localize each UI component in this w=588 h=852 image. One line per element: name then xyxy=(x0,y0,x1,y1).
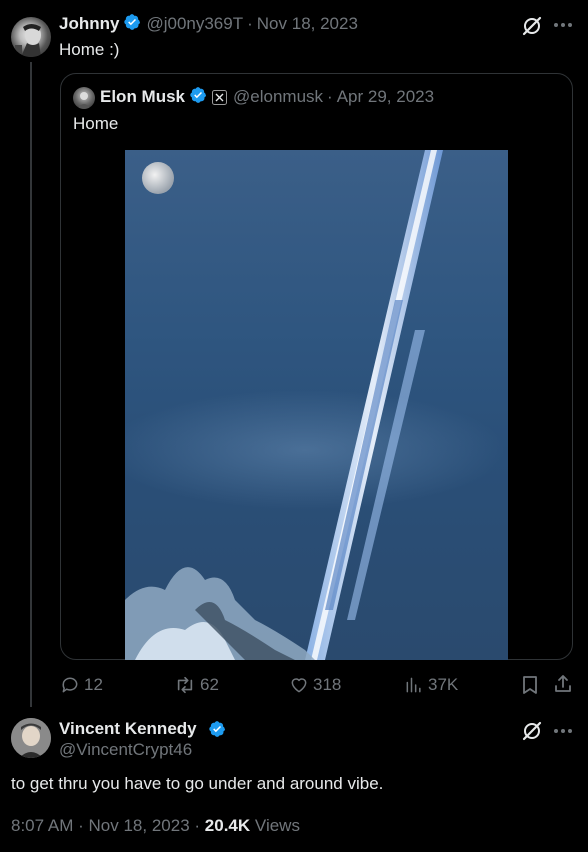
like-icon xyxy=(289,675,309,695)
quoted-author-name[interactable]: Elon Musk xyxy=(100,87,185,107)
bookmark-icon[interactable] xyxy=(521,675,539,695)
parent-tweet-header: Johnny @j00ny369T · Nov 18, 2023 xyxy=(59,13,358,35)
avatar-johnny[interactable] xyxy=(11,17,51,57)
verified-badge-icon xyxy=(189,86,207,109)
thread-line xyxy=(30,62,32,707)
reply-views-label: Views xyxy=(254,816,300,835)
reply-icon xyxy=(60,675,80,695)
verified-badge-icon xyxy=(123,13,141,36)
separator-dot: · xyxy=(78,816,84,835)
avatar-elon[interactable] xyxy=(73,87,95,109)
repost-icon xyxy=(174,675,196,695)
quoted-tweet-text: Home xyxy=(73,114,119,133)
repost-count: 62 xyxy=(200,675,219,694)
quoted-tweet-image[interactable] xyxy=(125,150,508,660)
reply-count: 12 xyxy=(84,675,103,694)
views-icon xyxy=(404,675,424,695)
author-handle[interactable]: @j00ny369T xyxy=(146,14,243,34)
like-button[interactable]: 318 xyxy=(289,675,341,695)
reply-time[interactable]: 8:07 AM xyxy=(11,816,73,835)
reply-button[interactable]: 12 xyxy=(60,675,103,695)
repost-button[interactable]: 62 xyxy=(174,675,219,695)
separator-dot: · xyxy=(247,14,253,33)
views-count: 37K xyxy=(428,675,459,694)
more-icon[interactable] xyxy=(553,22,573,28)
reply-views-count: 20.4K xyxy=(204,816,251,835)
grok-icon[interactable] xyxy=(521,720,543,742)
views-button[interactable]: 37K xyxy=(404,675,458,695)
avatar-vincent[interactable] xyxy=(11,718,51,758)
reply-author-name[interactable]: Vincent Kennedy xyxy=(59,718,197,740)
reply-tweet-meta: 8:07 AM · Nov 18, 2023 · 20.4K Views xyxy=(11,815,300,837)
verified-badge-icon xyxy=(208,720,226,743)
grok-icon[interactable] xyxy=(521,15,543,37)
like-count: 318 xyxy=(313,675,342,694)
separator-dot: · xyxy=(327,87,333,106)
reply-date[interactable]: Nov 18, 2023 xyxy=(89,816,190,835)
quoted-tweet-header: Elon Musk @elonmusk · Apr 29, 2023 xyxy=(100,86,434,108)
tweet-date[interactable]: Nov 18, 2023 xyxy=(257,14,358,34)
more-icon[interactable] xyxy=(553,728,573,734)
x-logo-icon xyxy=(212,89,228,105)
tweet-text: Home :) xyxy=(59,40,120,59)
reply-tweet-text: to get thru you have to go under and aro… xyxy=(11,774,384,793)
reply-author-handle[interactable]: @VincentCrypt46 xyxy=(59,740,192,760)
share-icon[interactable] xyxy=(553,674,573,694)
quoted-author-handle[interactable]: @elonmusk xyxy=(233,87,323,107)
author-name[interactable]: Johnny xyxy=(59,14,119,34)
separator-dot: · xyxy=(194,816,201,835)
quoted-tweet-date[interactable]: Apr 29, 2023 xyxy=(337,87,434,107)
